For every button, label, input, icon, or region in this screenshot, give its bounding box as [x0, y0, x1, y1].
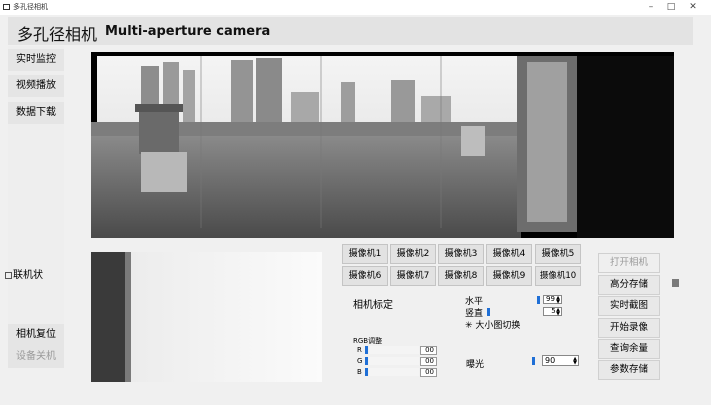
start-record-button[interactable]: 开始录像	[598, 318, 660, 338]
camera-reset-button[interactable]: 相机复位	[8, 324, 64, 346]
nav-playback-button[interactable]: 视频播放	[8, 75, 64, 97]
g-track	[369, 357, 419, 365]
single-camera-view[interactable]	[91, 252, 322, 382]
header-title-zh: 多孔径相机	[17, 25, 98, 44]
horizontal-slider[interactable]	[537, 296, 540, 304]
b-slider[interactable]	[365, 368, 368, 376]
g-value-box[interactable]: 00	[420, 357, 437, 366]
camera-2-button[interactable]: 摄像机2	[390, 244, 436, 264]
g-label: G	[357, 357, 363, 365]
b-label: B	[357, 368, 362, 376]
camera-9-button[interactable]: 摄像机9	[486, 266, 532, 286]
spin-arrows-icon: ▲ ▼	[573, 356, 577, 366]
calibration-label: 相机标定	[353, 300, 393, 311]
size-toggle[interactable]: ✳ 大小图切换	[465, 318, 520, 331]
nav-monitor-button[interactable]: 实时监控	[8, 49, 64, 71]
link-status-checkbox[interactable]: 联机状	[5, 266, 43, 281]
open-camera-button[interactable]: 打开相机	[598, 253, 660, 273]
camera-5-button[interactable]: 摄像机5	[535, 244, 581, 264]
link-status-label: 联机状	[13, 270, 43, 281]
size-toggle-label: 大小图切换	[475, 321, 521, 331]
header-title-en: Multi-aperture camera	[105, 24, 271, 39]
spin-arrows-icon: ▲ ▼	[556, 307, 560, 317]
horizontal-spinbox[interactable]: 99 ▲ ▼	[543, 295, 562, 305]
single-camera-frame	[91, 252, 322, 382]
query-space-button[interactable]: 查询余量	[598, 339, 660, 359]
camera-7-button[interactable]: 摄像机7	[390, 266, 436, 286]
status-indicator	[672, 279, 679, 287]
panorama-frame	[91, 52, 674, 238]
g-value: 00	[425, 357, 434, 365]
horizontal-value: 99	[546, 295, 555, 303]
r-value: 00	[425, 346, 434, 354]
spin-arrows-icon: ▲ ▼	[556, 295, 560, 305]
exposure-spinbox[interactable]: 90 ▲ ▼	[542, 355, 579, 366]
minimize-button[interactable]: –	[644, 1, 658, 13]
panorama-video-view[interactable]	[91, 52, 674, 238]
checkbox-icon	[5, 271, 12, 279]
snapshot-button[interactable]: 实时截图	[598, 296, 660, 316]
g-slider[interactable]	[365, 357, 368, 365]
app-icon	[3, 4, 10, 10]
exposure-label: 曝光	[466, 360, 485, 370]
window-titlebar: 多孔径相机 – □ ✕	[0, 0, 711, 15]
exposure-value: 90	[545, 356, 556, 365]
rgb-label: RGB调整	[353, 337, 383, 345]
exposure-slider[interactable]	[532, 357, 535, 365]
camera-6-button[interactable]: 摄像机6	[342, 266, 388, 286]
r-label: R	[357, 346, 362, 354]
camera-10-button[interactable]: 摄像机10	[535, 266, 581, 286]
param-save-button[interactable]: 参数存储	[598, 360, 660, 380]
window-title: 多孔径相机	[13, 3, 48, 11]
vertical-slider[interactable]	[487, 308, 490, 316]
shutdown-button[interactable]: 设备关机	[8, 346, 64, 368]
nav-download-button[interactable]: 数据下载	[8, 102, 64, 124]
close-button[interactable]: ✕	[686, 1, 700, 13]
vertical-value: 5	[551, 307, 556, 315]
camera-4-button[interactable]: 摄像机4	[486, 244, 532, 264]
b-value: 00	[425, 368, 434, 376]
maximize-button[interactable]: □	[664, 1, 678, 13]
camera-1-button[interactable]: 摄像机1	[342, 244, 388, 264]
app-header: 多孔径相机 Multi-aperture camera	[8, 17, 693, 45]
r-track	[369, 346, 419, 354]
camera-3-button[interactable]: 摄像机3	[438, 244, 484, 264]
b-value-box[interactable]: 00	[420, 368, 437, 377]
camera-8-button[interactable]: 摄像机8	[438, 266, 484, 286]
b-track	[369, 368, 419, 376]
hires-save-button[interactable]: 高分存储	[598, 275, 660, 295]
asterisk-icon: ✳	[465, 321, 476, 331]
vertical-spinbox[interactable]: 5 ▲ ▼	[543, 307, 562, 317]
r-slider[interactable]	[365, 346, 368, 354]
r-value-box[interactable]: 00	[420, 346, 437, 355]
